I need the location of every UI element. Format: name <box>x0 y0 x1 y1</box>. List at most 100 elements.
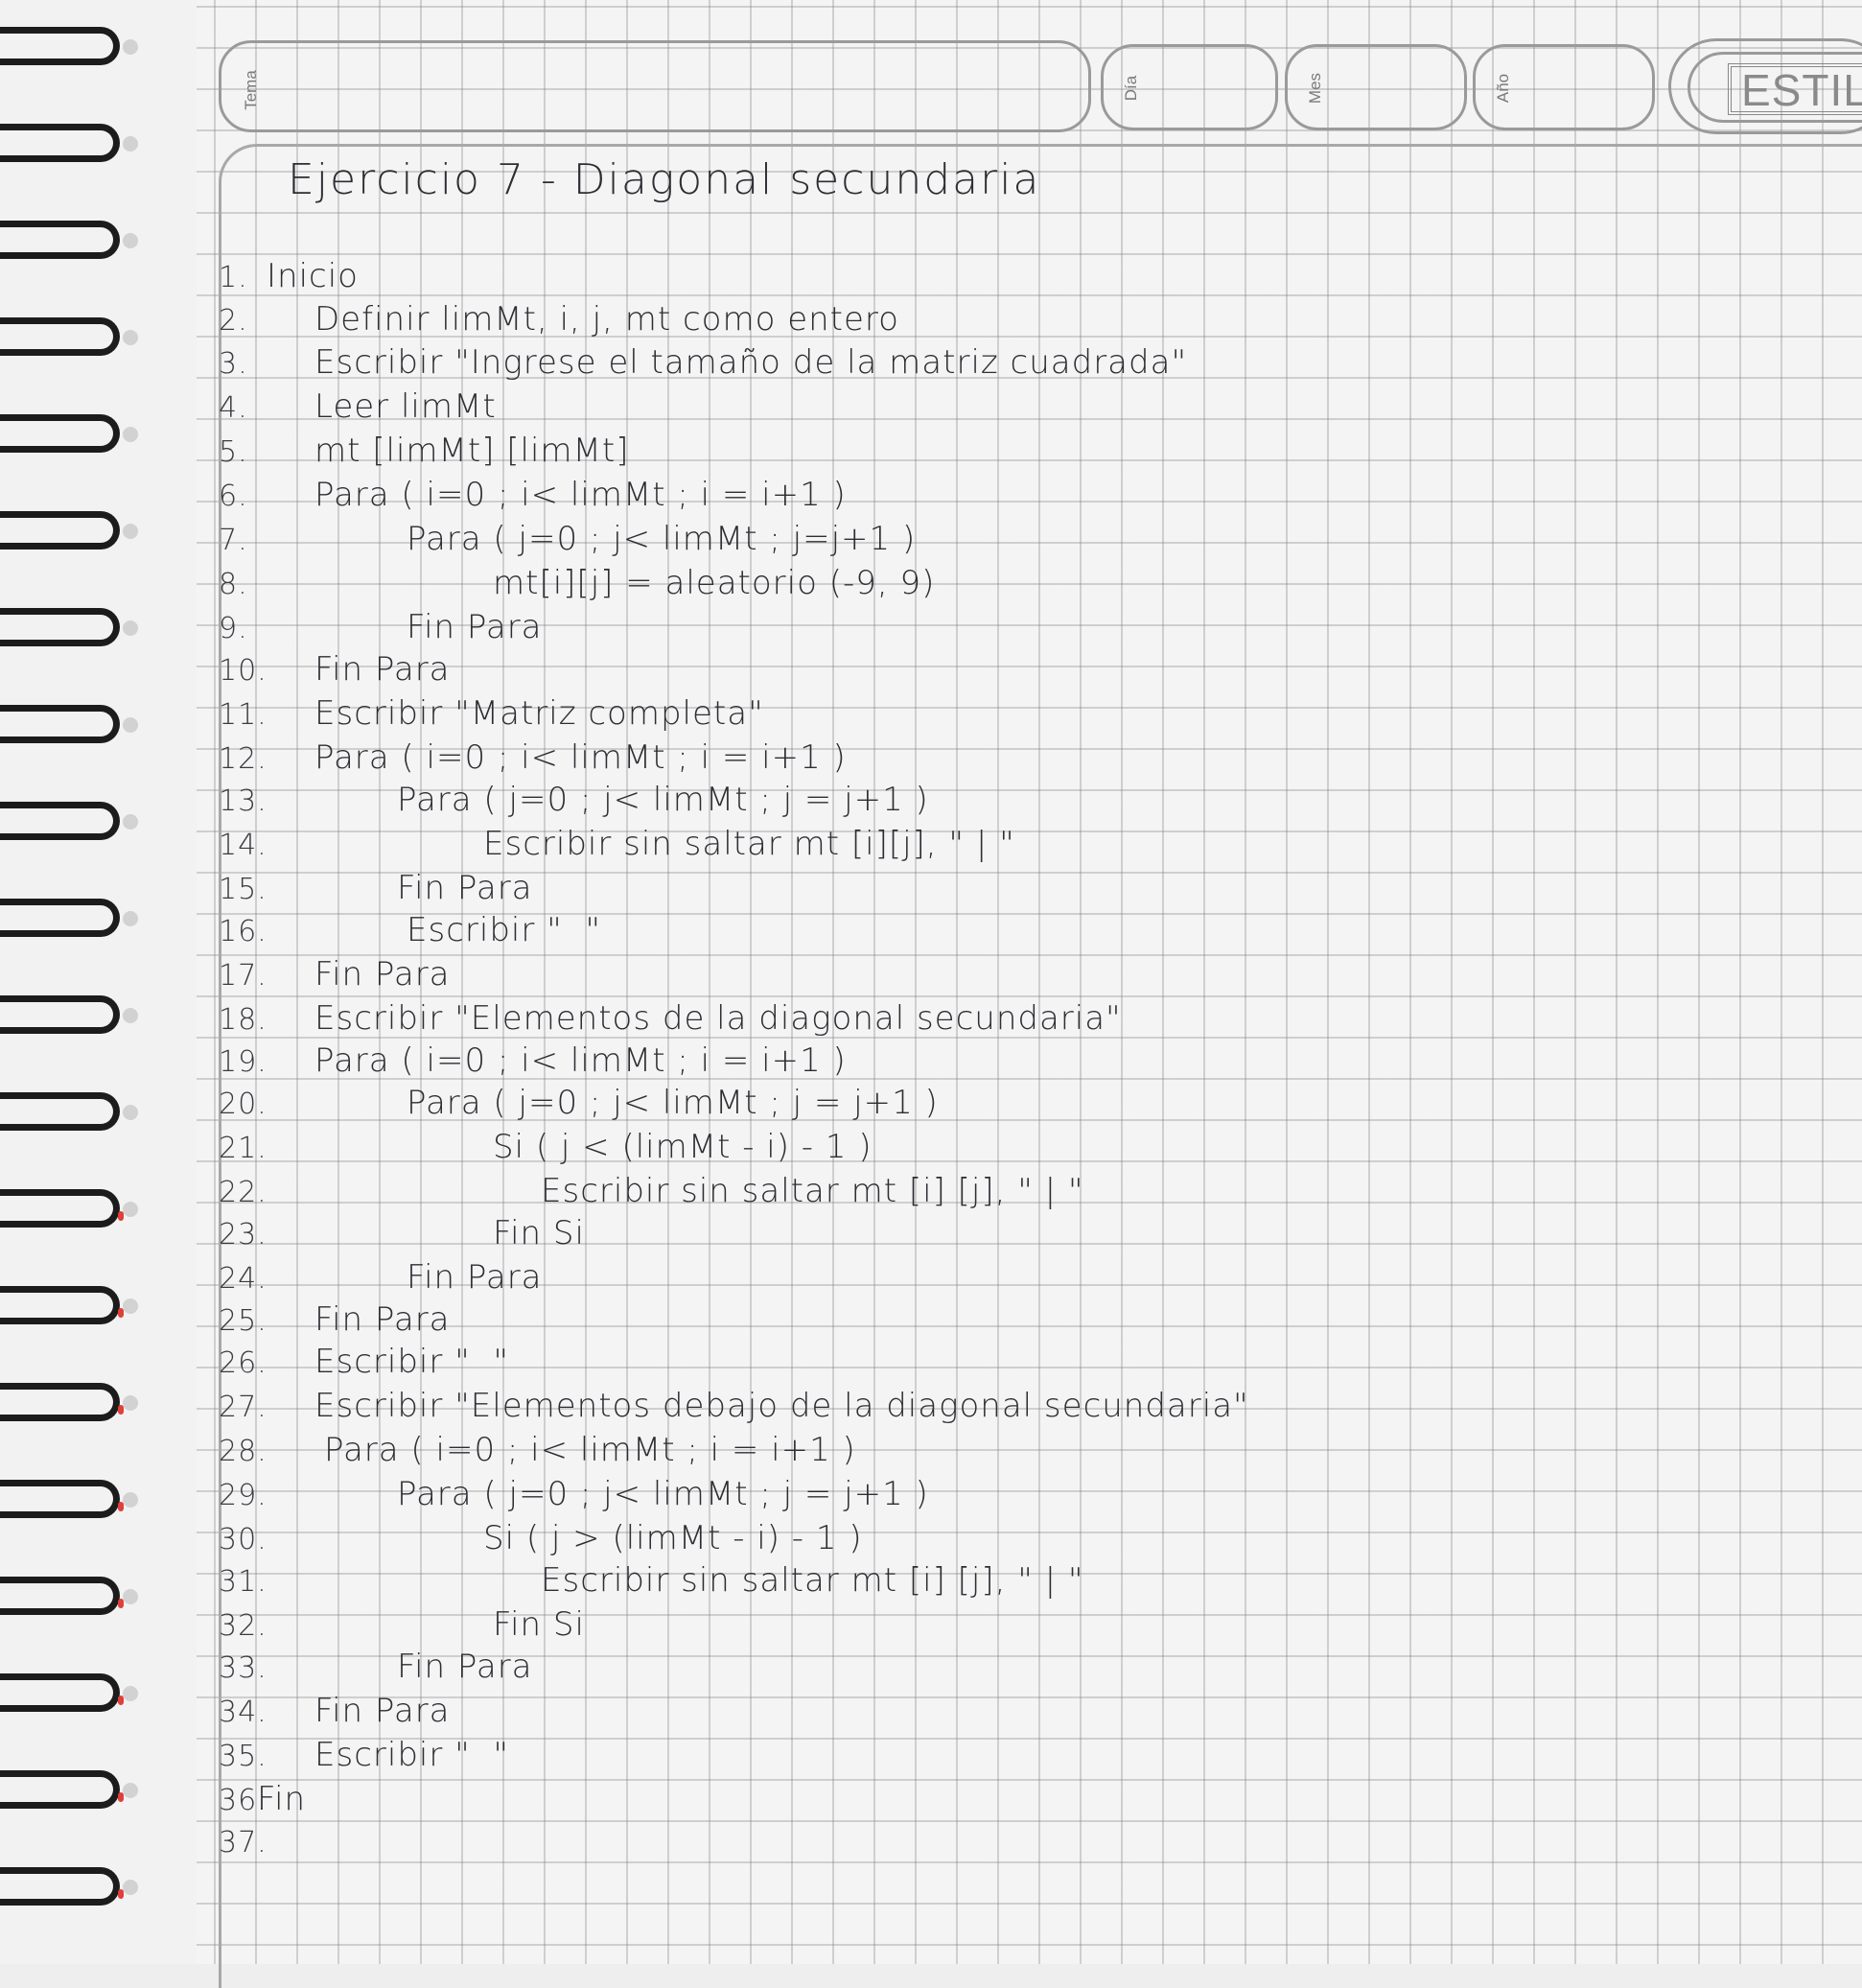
line-number: 4. <box>219 391 248 425</box>
punch-hole <box>123 427 138 442</box>
spiral-coil <box>0 705 138 743</box>
red-mark <box>118 1502 124 1511</box>
punch-hole <box>123 524 138 539</box>
notebook-page: Tema Día Mes Año ESTILO Ejercicio 7 - Di… <box>0 0 1862 1988</box>
code-line: Fin Para <box>314 650 451 689</box>
spiral-coil <box>0 27 138 65</box>
line-number: 11. <box>219 698 268 732</box>
code-line: Fin Para <box>314 1692 451 1730</box>
code-line: Si ( j > (limMt - i) - 1 ) <box>483 1519 863 1557</box>
line-number: 31. <box>219 1565 268 1599</box>
spiral-coil <box>0 414 138 453</box>
punch-hole <box>123 1492 138 1508</box>
punch-hole <box>123 1008 138 1023</box>
line-number: 2. <box>219 304 248 338</box>
line-number: 14. <box>219 829 268 862</box>
spiral-coil <box>0 1480 138 1518</box>
ano-label: Año <box>1494 73 1512 104</box>
punch-hole <box>123 39 138 55</box>
line-number: 20. <box>219 1088 268 1121</box>
red-mark <box>118 1599 124 1608</box>
code-line: Fin Para <box>314 955 451 994</box>
line-number: 9. <box>219 612 248 645</box>
code-line: Fin Para <box>314 1300 451 1339</box>
code-line: Para ( j=0 ; j< limMt ; j = j+1 ) <box>397 1475 929 1513</box>
code-line: Leer limMt <box>314 387 497 426</box>
code-line: Fin Si <box>493 1214 585 1252</box>
mes-label: Mes <box>1306 72 1324 105</box>
line-number: 3. <box>219 347 248 381</box>
dia-label: Día <box>1122 75 1140 102</box>
line-number: 8. <box>219 568 248 601</box>
code-line: Para ( i=0 ; i< limMt ; i = i+1 ) <box>314 738 847 777</box>
punch-hole <box>123 1202 138 1217</box>
code-line: Fin Para <box>407 608 543 646</box>
line-number: 33. <box>219 1651 268 1685</box>
punch-hole <box>123 330 138 345</box>
spiral-coil <box>0 1867 138 1906</box>
code-line: Para ( j=0 ; j< limMt ; j = j+1 ) <box>397 781 929 819</box>
line-number: 29. <box>219 1479 268 1512</box>
punch-hole <box>123 620 138 636</box>
code-line: Definir limMt, i, j, mt como entero <box>314 300 899 339</box>
punch-hole <box>123 233 138 248</box>
punch-hole <box>123 1298 138 1314</box>
code-line: Para ( i=0 ; i< limMt ; i = i+1 ) <box>324 1431 856 1469</box>
red-mark <box>118 1405 124 1415</box>
punch-hole <box>123 814 138 830</box>
code-line: Escribir sin saltar mt [i] [j], " | " <box>541 1172 1084 1210</box>
code-line: Escribir " " <box>314 1736 510 1774</box>
red-mark <box>118 1792 124 1802</box>
punch-hole <box>123 911 138 926</box>
line-number: 26. <box>219 1346 268 1380</box>
spiral-coil <box>0 1189 138 1228</box>
code-line: Fin Para <box>397 869 533 907</box>
punch-hole <box>123 717 138 733</box>
line-number: 1. <box>219 261 248 294</box>
red-mark <box>118 1696 124 1705</box>
code-line: Fin <box>257 1780 307 1818</box>
punch-hole <box>123 1880 138 1895</box>
line-number: 28. <box>219 1435 268 1468</box>
punch-hole <box>123 1589 138 1604</box>
punch-hole <box>123 1686 138 1701</box>
code-line: Fin Para <box>407 1258 543 1297</box>
line-number: 30. <box>219 1523 268 1556</box>
code-line: Fin Para <box>397 1648 533 1686</box>
spiral-coil <box>0 1092 138 1131</box>
code-line: Escribir "Matriz completa" <box>314 694 764 733</box>
code-line: Escribir "Elementos debajo de la diagona… <box>314 1387 1249 1425</box>
red-mark <box>118 1308 124 1318</box>
code-line: Escribir sin saltar mt [i] [j], " | " <box>541 1561 1084 1600</box>
line-number: 25. <box>219 1304 268 1338</box>
spiral-margin <box>0 0 197 1964</box>
line-number: 10. <box>219 654 268 688</box>
line-number: 17. <box>219 959 268 993</box>
line-number: 34. <box>219 1696 268 1729</box>
code-line: Escribir " " <box>314 1343 510 1381</box>
line-number: 21. <box>219 1132 268 1165</box>
line-number: 16. <box>219 915 268 948</box>
line-number: 24. <box>219 1262 268 1296</box>
punch-hole <box>123 1105 138 1120</box>
line-number: 15. <box>219 873 268 906</box>
line-number: 35. <box>219 1740 268 1773</box>
line-number: 12. <box>219 742 268 776</box>
code-line: mt[i][j] = aleatorio (-9, 9) <box>493 564 936 602</box>
code-line: mt [limMt] [limMt] <box>314 432 630 470</box>
exercise-title: Ejercicio 7 - Diagonal secundaria <box>288 155 1041 204</box>
spiral-coil <box>0 1383 138 1421</box>
spiral-coil <box>0 1770 138 1809</box>
line-number: 7. <box>219 524 248 557</box>
punch-hole <box>123 136 138 152</box>
spiral-coil <box>0 221 138 259</box>
spiral-coil <box>0 1673 138 1712</box>
code-line: Escribir "Ingrese el tamaño de la matriz… <box>314 343 1188 382</box>
line-number: 19. <box>219 1045 268 1079</box>
punch-hole <box>123 1395 138 1411</box>
line-number: 6. <box>219 479 248 513</box>
brand-logo: ESTILO <box>1728 63 1862 115</box>
code-line: Escribir " " <box>407 911 602 949</box>
tema-label: Tema <box>242 70 260 110</box>
code-line: Escribir "Elementos de la diagonal secun… <box>314 999 1122 1038</box>
